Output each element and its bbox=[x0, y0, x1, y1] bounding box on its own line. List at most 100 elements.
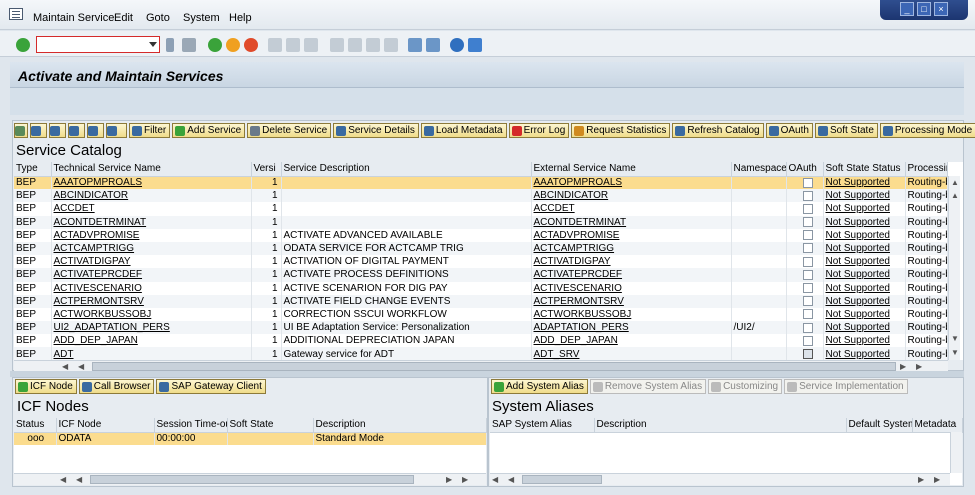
table-row[interactable]: BEP ADD_DEP_JAPAN 1 ADDITIONAL DEPRECIATION… bbox=[14, 334, 948, 348]
table-row[interactable]: BEP UI2_ADAPTATION_PERS 1 UI BE Adaptation … bbox=[14, 321, 948, 335]
technical-name-cell[interactable]: ADD_DEP_JAPAN bbox=[51, 334, 252, 348]
scroll-left-icon[interactable]: ◀ bbox=[508, 475, 514, 484]
oauth-checkbox[interactable] bbox=[802, 190, 813, 201]
soft-state-cell[interactable]: Not Supported bbox=[823, 228, 906, 242]
menu-goto[interactable]: Goto bbox=[146, 12, 170, 24]
scroll-up-icon[interactable]: ▲ bbox=[951, 191, 959, 200]
technical-name-cell[interactable]: ACONTDETRMINAT bbox=[51, 215, 252, 229]
menu-help[interactable]: Help bbox=[229, 12, 252, 24]
soft-state-cell[interactable]: Not Supported bbox=[823, 268, 906, 282]
table-row[interactable]: BEP ACCDET 1 ACCDET Not Supported Routing-b bbox=[14, 202, 948, 216]
details-icon[interactable] bbox=[14, 123, 28, 138]
column-header[interactable]: Default System bbox=[846, 418, 913, 433]
request-statistics-button[interactable]: Request Statistics bbox=[571, 123, 671, 138]
soft-state-cell[interactable]: Not Supported bbox=[823, 294, 906, 308]
column-header[interactable]: Processing bbox=[905, 162, 948, 177]
scroll-thumb[interactable] bbox=[92, 362, 896, 371]
external-name-cell[interactable]: ACTADVPROMISE bbox=[531, 228, 732, 242]
table-row[interactable]: BEP ADT 1 Gateway service for ADT ADT_SRV Not… bbox=[14, 347, 948, 361]
table-row[interactable]: BEP ACTPERMONTSRV 1 ACTIVATE FIELD CHANGE E… bbox=[14, 294, 948, 308]
help-icon[interactable] bbox=[450, 38, 464, 52]
column-header[interactable]: Metadata bbox=[912, 418, 963, 433]
external-name-cell[interactable]: ADAPTATION_PERS bbox=[531, 321, 732, 335]
table-row[interactable]: ooo ODATA 00:00:00 Standard Mode bbox=[14, 432, 487, 446]
print-icon[interactable] bbox=[268, 38, 282, 52]
oauth-checkbox[interactable] bbox=[802, 243, 813, 254]
aliases-vertical-scrollbar[interactable] bbox=[950, 432, 962, 473]
scroll-down-icon[interactable]: ▼ bbox=[951, 334, 959, 343]
find-icon[interactable] bbox=[286, 38, 300, 52]
catalog-vertical-scrollbar[interactable]: ▲ ▲ ▼ ▼ bbox=[948, 176, 960, 360]
service-details-button[interactable]: Service Details bbox=[333, 123, 419, 138]
soft-state-cell[interactable]: Not Supported bbox=[823, 255, 906, 269]
scroll-right-icon[interactable]: ▶ bbox=[462, 475, 468, 484]
technical-name-cell[interactable]: ADT bbox=[51, 347, 252, 361]
scroll-down-icon[interactable]: ▼ bbox=[951, 348, 959, 357]
soft-state-cell[interactable]: Not Supported bbox=[823, 241, 906, 256]
external-name-cell[interactable]: ACTWORKBUSSOBJ bbox=[531, 307, 732, 322]
save-icon[interactable] bbox=[182, 38, 196, 52]
export-icon[interactable] bbox=[87, 123, 104, 138]
column-header[interactable]: Status bbox=[14, 418, 57, 433]
layout-select-icon[interactable] bbox=[106, 123, 127, 138]
command-field[interactable] bbox=[36, 36, 160, 53]
column-header[interactable]: External Service Name bbox=[531, 162, 732, 177]
oauth-checkbox[interactable] bbox=[802, 230, 813, 241]
external-name-cell[interactable]: ACTPERMONTSRV bbox=[531, 294, 732, 308]
technical-name-cell[interactable]: UI2_ADAPTATION_PERS bbox=[51, 321, 252, 335]
oauth-checkbox[interactable] bbox=[802, 217, 813, 228]
sap-gateway-client-button[interactable]: SAP Gateway Client bbox=[156, 379, 266, 394]
column-header[interactable]: Description bbox=[313, 418, 487, 433]
processing-mode-button[interactable]: Processing Mode bbox=[879, 123, 975, 138]
soft-state-cell[interactable]: Not Supported bbox=[823, 334, 906, 348]
select-all-icon[interactable] bbox=[30, 123, 47, 138]
oauth-checkbox[interactable] bbox=[802, 256, 813, 267]
column-header[interactable]: Soft State Status bbox=[823, 162, 906, 177]
soft-state-cell[interactable]: Not Supported bbox=[823, 307, 906, 322]
external-name-cell[interactable]: ACTIVATDIGPAY bbox=[531, 255, 732, 269]
call-browser-button[interactable]: Call Browser bbox=[78, 379, 155, 394]
column-header[interactable]: Service Description bbox=[281, 162, 532, 177]
table-row[interactable]: BEP ACTIVESCENARIO 1 ACTIVE SCENARION FOR D… bbox=[14, 281, 948, 295]
oauth-checkbox[interactable] bbox=[802, 203, 813, 214]
scroll-right-icon[interactable]: ▶ bbox=[918, 475, 924, 484]
last-page-icon[interactable] bbox=[384, 38, 398, 52]
external-name-cell[interactable]: ACTIVATEPRCDEF bbox=[531, 268, 732, 282]
previous-page-icon[interactable] bbox=[348, 38, 362, 52]
load-metadata-button[interactable]: Load Metadata bbox=[420, 123, 507, 138]
technical-name-cell[interactable]: ACTADVPROMISE bbox=[51, 228, 252, 242]
scroll-right-icon[interactable]: ▶ bbox=[934, 475, 940, 484]
external-name-cell[interactable]: ABCINDICATOR bbox=[531, 189, 732, 203]
column-header[interactable]: Soft State bbox=[227, 418, 314, 433]
scroll-right-icon[interactable]: ▶ bbox=[900, 362, 906, 371]
table-row[interactable]: BEP AAATOPMPROALS 1 AAATOPMPROALS Not Suppor… bbox=[14, 176, 948, 190]
soft-state-button[interactable]: Soft State bbox=[814, 123, 878, 138]
column-header[interactable]: Namespace bbox=[731, 162, 787, 177]
soft-state-cell[interactable]: Not Supported bbox=[823, 347, 906, 361]
filter-button[interactable]: Filter bbox=[129, 123, 171, 138]
technical-name-cell[interactable]: ACCDET bbox=[51, 202, 252, 216]
soft-state-cell[interactable]: Not Supported bbox=[823, 202, 906, 216]
cancel-icon[interactable] bbox=[244, 38, 258, 52]
column-header[interactable]: Type bbox=[14, 162, 52, 177]
technical-name-cell[interactable]: ACTWORKBUSSOBJ bbox=[51, 307, 252, 322]
remove-system-alias-button[interactable]: Remove System Alias bbox=[589, 379, 707, 394]
table-row[interactable]: BEP ACTCAMPTRIGG 1 ODATA SERVICE FOR ACTCAM… bbox=[14, 241, 948, 256]
menu-system[interactable]: System bbox=[183, 12, 220, 24]
external-name-cell[interactable]: ACTCAMPTRIGG bbox=[531, 241, 732, 256]
maximize-icon[interactable]: □ bbox=[917, 2, 931, 16]
external-name-cell[interactable]: ADD_DEP_JAPAN bbox=[531, 334, 732, 348]
technical-name-cell[interactable]: AAATOPMPROALS bbox=[51, 176, 252, 190]
oauth-checkbox[interactable] bbox=[802, 335, 813, 346]
chevron-down-icon[interactable] bbox=[149, 42, 157, 47]
table-row[interactable]: BEP ACTWORKBUSSOBJ 1 CORRECTION SSCUI WORKF… bbox=[14, 307, 948, 322]
oauth-checkbox[interactable] bbox=[802, 296, 813, 307]
menu-maintain-service[interactable]: Maintain Service bbox=[33, 12, 114, 24]
column-header[interactable]: Session Time-out bbox=[154, 418, 228, 433]
table-row[interactable]: BEP ACTIVATEPRCDEF 1 ACTIVATE PROCESS DEFIN… bbox=[14, 268, 948, 282]
shortcut-icon[interactable] bbox=[426, 38, 440, 52]
table-row[interactable]: BEP ACTIVATDIGPAY 1 ACTIVATION OF DIGITAL P… bbox=[14, 255, 948, 269]
soft-state-cell[interactable]: Not Supported bbox=[823, 321, 906, 335]
scroll-thumb[interactable] bbox=[90, 475, 414, 484]
scroll-left-icon[interactable]: ◀ bbox=[60, 475, 66, 484]
